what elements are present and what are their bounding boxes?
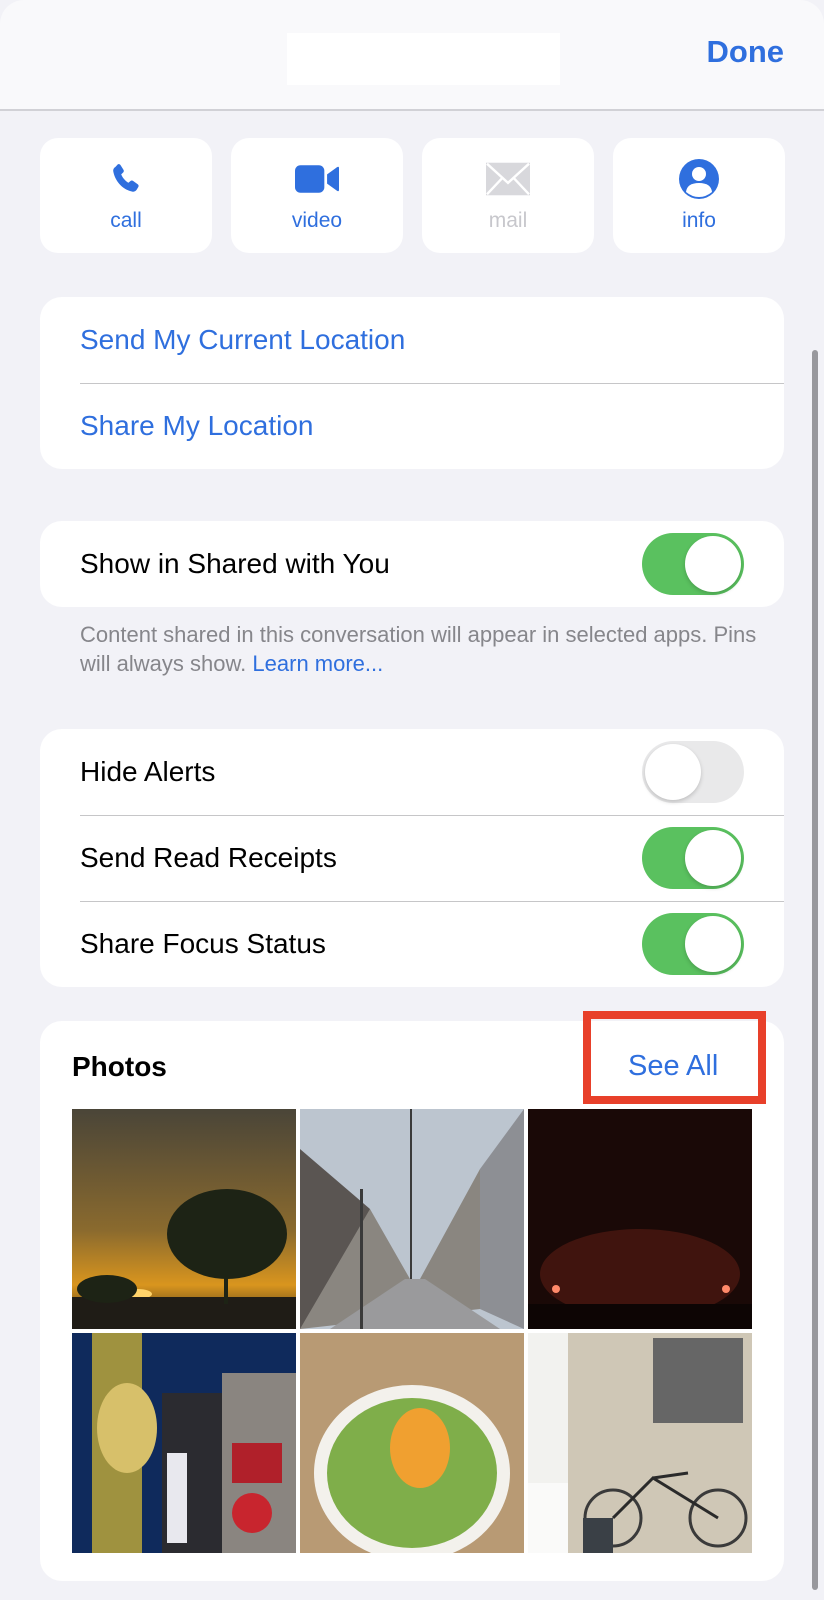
video-label: video — [291, 209, 343, 232]
shared-with-you-toggle[interactable] — [642, 533, 744, 595]
share-focus-status-label: Share Focus Status — [80, 928, 326, 959]
envelope-icon — [486, 160, 530, 198]
share-focus-status-row: Share Focus Status — [40, 901, 784, 987]
hide-alerts-row: Hide Alerts — [40, 729, 784, 815]
photo-thumbnail[interactable] — [300, 1109, 524, 1329]
shared-with-you-row: Show in Shared with You — [40, 521, 784, 607]
call-label: call — [110, 209, 142, 232]
shared-with-you-footnote: Content shared in this conversation will… — [80, 620, 760, 678]
video-camera-icon — [295, 160, 339, 198]
scrollbar[interactable] — [812, 350, 818, 1590]
hide-alerts-label: Hide Alerts — [80, 756, 216, 787]
shared-with-you-label: Show in Shared with You — [80, 548, 390, 579]
shared-with-you-card: Show in Shared with You — [40, 521, 784, 607]
share-my-location-button[interactable]: Share My Location — [40, 383, 784, 469]
learn-more-link[interactable]: Learn more... — [252, 651, 383, 676]
mail-label: mail — [488, 209, 528, 232]
send-current-location-button[interactable]: Send My Current Location — [40, 297, 784, 383]
info-button[interactable]: info — [613, 138, 785, 253]
send-read-receipts-row: Send Read Receipts — [40, 815, 784, 901]
photo-thumbnail[interactable] — [72, 1109, 296, 1329]
photos-card: Photos — [40, 1021, 784, 1581]
photo-thumbnail[interactable] — [300, 1333, 524, 1553]
navigation-bar: Done — [0, 0, 824, 111]
conversation-settings-card: Hide Alerts Send Read Receipts Share Foc… — [40, 729, 784, 987]
location-card: Send My Current Location Share My Locati… — [40, 297, 784, 469]
info-label: info — [682, 209, 716, 232]
photo-thumbnail[interactable] — [528, 1109, 752, 1329]
person-circle-icon — [677, 159, 721, 199]
phone-icon — [104, 160, 148, 198]
video-button[interactable]: video — [231, 138, 403, 253]
photos-title: Photos — [72, 1051, 167, 1082]
footnote-text: Content shared in this conversation will… — [80, 622, 757, 676]
see-all-button[interactable]: See All — [628, 1050, 718, 1083]
mail-button[interactable]: mail — [422, 138, 594, 253]
contact-actions: call video mail info — [40, 138, 785, 253]
hide-alerts-toggle[interactable] — [642, 741, 744, 803]
call-button[interactable]: call — [40, 138, 212, 253]
conversation-title — [287, 33, 560, 85]
send-read-receipts-label: Send Read Receipts — [80, 842, 337, 873]
done-button[interactable]: Done — [707, 34, 785, 70]
photo-thumbnail[interactable] — [72, 1333, 296, 1553]
photo-thumbnail[interactable] — [528, 1333, 752, 1553]
share-focus-status-toggle[interactable] — [642, 913, 744, 975]
send-read-receipts-toggle[interactable] — [642, 827, 744, 889]
